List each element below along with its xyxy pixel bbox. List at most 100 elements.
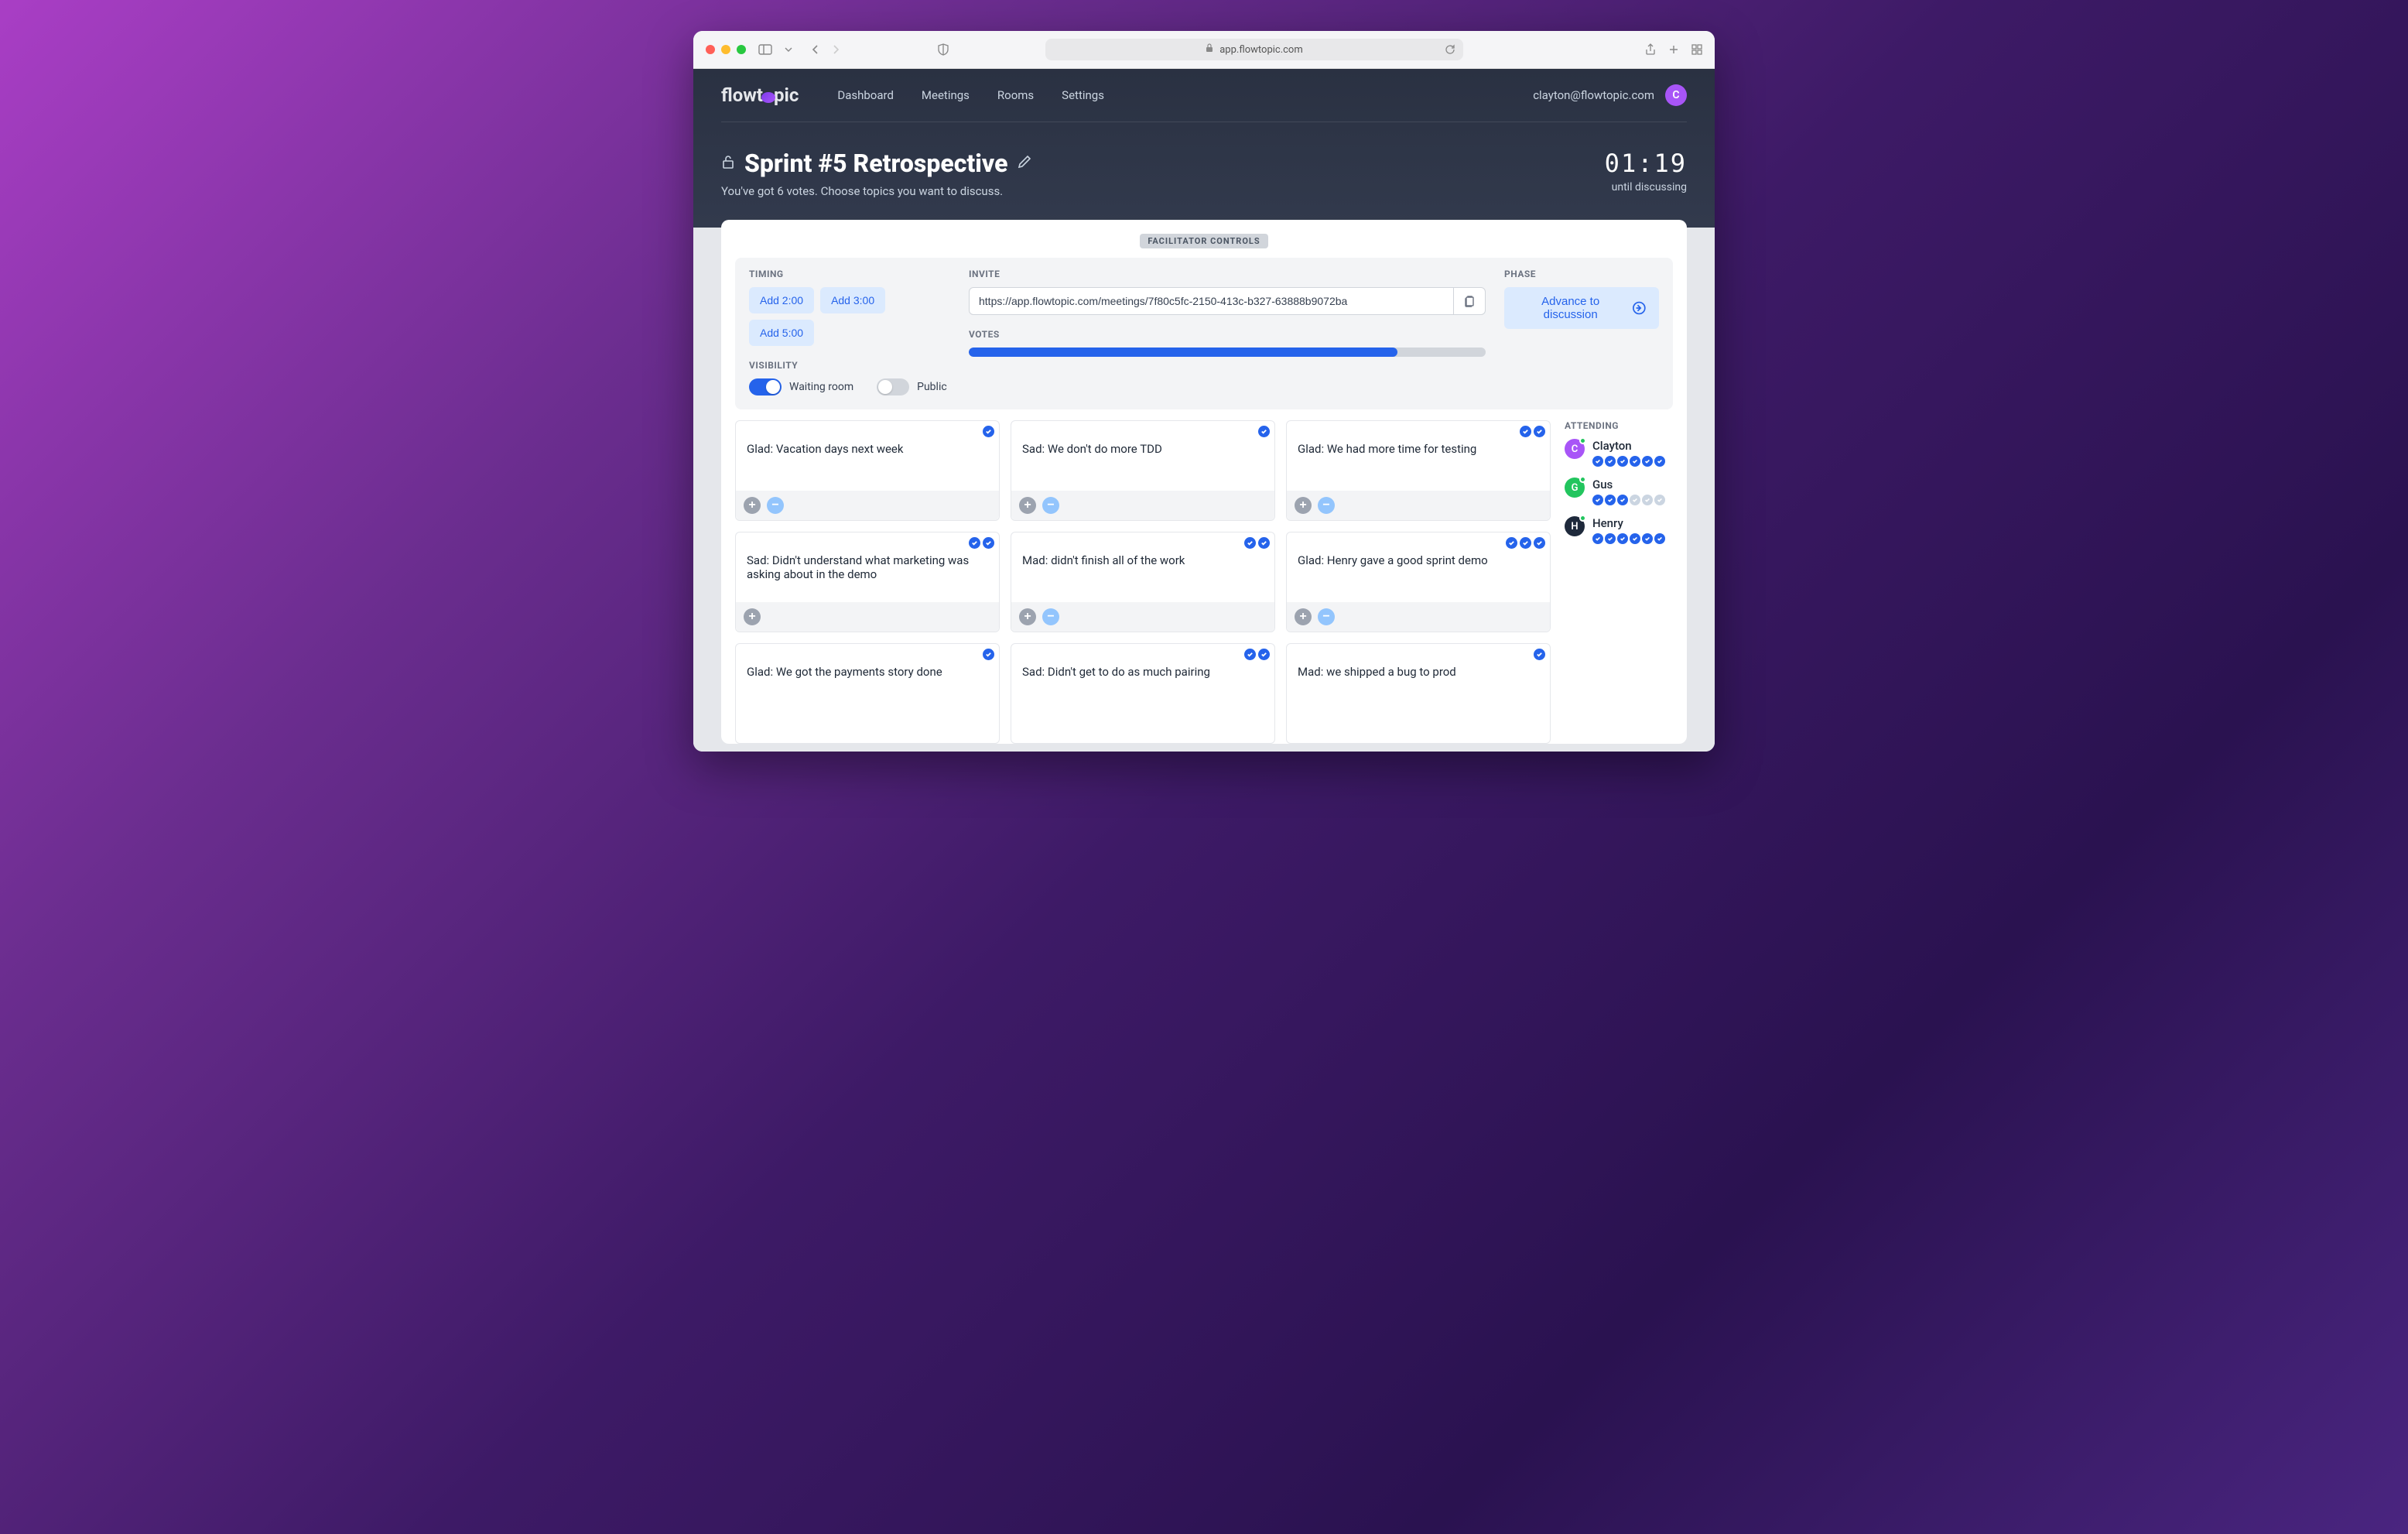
attendee-vote-dot [1630,533,1640,544]
vote-dot-icon [1506,537,1517,549]
timer-box: 01:19 until discussing [1605,149,1687,193]
card-footer: +− [1011,602,1274,632]
invite-url-input[interactable] [969,287,1454,315]
vote-minus-button[interactable]: − [1042,497,1059,514]
meeting-title: Sprint #5 Retrospective [744,149,1007,178]
arrow-right-circle-icon [1632,300,1647,316]
attendee-vote-dot [1592,456,1603,467]
copy-invite-button[interactable] [1454,287,1486,315]
vote-plus-button[interactable]: + [744,608,761,625]
public-toggle[interactable] [877,378,909,395]
topic-card[interactable]: Sad: We don't do more TDD+− [1011,420,1275,521]
vote-dot-icon [1534,649,1545,660]
advance-phase-label: Advance to discussion [1517,295,1624,321]
vote-plus-button[interactable]: + [1295,497,1312,514]
nav-meetings[interactable]: Meetings [922,88,970,102]
vote-plus-button[interactable]: + [1019,608,1036,625]
attendee-vote-dot [1630,495,1640,505]
vote-minus-button[interactable]: − [1318,608,1335,625]
vote-dot-icon [983,426,994,437]
vote-dot-icon [969,537,980,549]
add-time-5[interactable]: Add 5:00 [749,320,814,346]
attendee-vote-dot [1605,495,1616,505]
vote-dot-icon [1520,537,1531,549]
add-time-3[interactable]: Add 3:00 [820,287,885,313]
browser-chrome: app.flowtopic.com [693,31,1715,69]
shield-icon[interactable] [938,43,949,56]
vote-plus-button[interactable]: + [744,497,761,514]
card-footer: +− [736,491,999,520]
advance-phase-button[interactable]: Advance to discussion [1504,287,1659,329]
maximize-window-button[interactable] [737,45,746,54]
topic-card[interactable]: Mad: we shipped a bug to prod [1286,643,1551,744]
topic-card[interactable]: Glad: Henry gave a good sprint demo+− [1286,532,1551,632]
presence-indicator [1579,515,1586,522]
topic-card[interactable]: Glad: We had more time for testing+− [1286,420,1551,521]
vote-minus-button[interactable]: − [767,497,784,514]
address-bar[interactable]: app.flowtopic.com [1045,39,1463,60]
nav-rooms[interactable]: Rooms [997,88,1034,102]
add-time-2[interactable]: Add 2:00 [749,287,814,313]
logo[interactable]: flowtpic [721,84,799,106]
votes-label: VOTES [969,329,1486,340]
card-text: Glad: Vacation days next week [736,437,999,491]
nav-settings[interactable]: Settings [1062,88,1104,102]
attendee-avatar: G [1565,478,1585,498]
vote-plus-button[interactable]: + [1295,608,1312,625]
waiting-room-label: Waiting room [789,381,853,393]
facilitator-badge: FACILITATOR CONTROLS [1140,234,1267,248]
vote-dot-icon [1244,537,1256,549]
vote-minus-button[interactable]: − [1042,608,1059,625]
card-text: Sad: Didn't understand what marketing wa… [736,549,999,602]
attendee-vote-dot [1630,456,1640,467]
card-vote-indicators [1011,421,1274,437]
waiting-room-toggle[interactable] [749,378,782,395]
card-vote-indicators [1287,421,1550,437]
chevron-down-icon[interactable] [785,47,792,52]
reload-icon[interactable] [1445,44,1455,55]
topic-card[interactable]: Glad: We got the payments story done [735,643,1000,744]
topic-card[interactable]: Glad: Vacation days next week+− [735,420,1000,521]
user-email[interactable]: clayton@flowtopic.com [1533,88,1654,102]
new-tab-icon[interactable] [1668,43,1679,56]
close-window-button[interactable] [706,45,715,54]
card-footer: +− [1287,602,1550,632]
attendee-vote-dot [1617,533,1628,544]
nav-links: Dashboard Meetings Rooms Settings [837,88,1104,102]
topic-card[interactable]: Sad: Didn't get to do as much pairing [1011,643,1275,744]
topic-card[interactable]: Mad: didn't finish all of the work+− [1011,532,1275,632]
tabs-icon[interactable] [1691,43,1702,56]
vote-dot-icon [983,649,994,660]
vote-dot-icon [1258,649,1270,660]
invite-section: INVITE VOTES [969,269,1486,395]
back-button[interactable] [811,44,820,55]
sidebar-toggle-icon[interactable] [758,44,772,55]
topic-card[interactable]: Sad: Didn't understand what marketing wa… [735,532,1000,632]
vote-dot-icon [1258,537,1270,549]
attendee-name: Clayton [1592,439,1673,453]
minimize-window-button[interactable] [721,45,730,54]
timing-section: TIMING Add 2:00 Add 3:00 Add 5:00 VISIBI… [749,269,950,395]
card-text: Mad: didn't finish all of the work [1011,549,1274,602]
vote-minus-button[interactable]: − [1318,497,1335,514]
share-icon[interactable] [1645,43,1656,56]
attendee-row: CClayton [1565,439,1673,467]
attendee-vote-dot [1592,495,1603,505]
app-container: flowtpic Dashboard Meetings Rooms Settin… [693,69,1715,752]
attendee-vote-dot [1617,456,1628,467]
vote-dot-icon [1534,426,1545,437]
attendee-vote-dot [1642,456,1653,467]
public-label: Public [917,381,947,393]
card-text: Sad: Didn't get to do as much pairing [1011,660,1274,743]
attending-label: ATTENDING [1565,420,1673,431]
traffic-lights [706,45,746,54]
attendee-vote-dot [1642,533,1653,544]
url-text: app.flowtopic.com [1219,44,1303,56]
nav-dashboard[interactable]: Dashboard [837,88,894,102]
card-vote-indicators [1287,532,1550,549]
attendee-votes [1592,456,1673,467]
forward-button[interactable] [831,44,840,55]
user-avatar[interactable]: C [1665,84,1687,106]
edit-icon[interactable] [1017,154,1032,173]
vote-plus-button[interactable]: + [1019,497,1036,514]
